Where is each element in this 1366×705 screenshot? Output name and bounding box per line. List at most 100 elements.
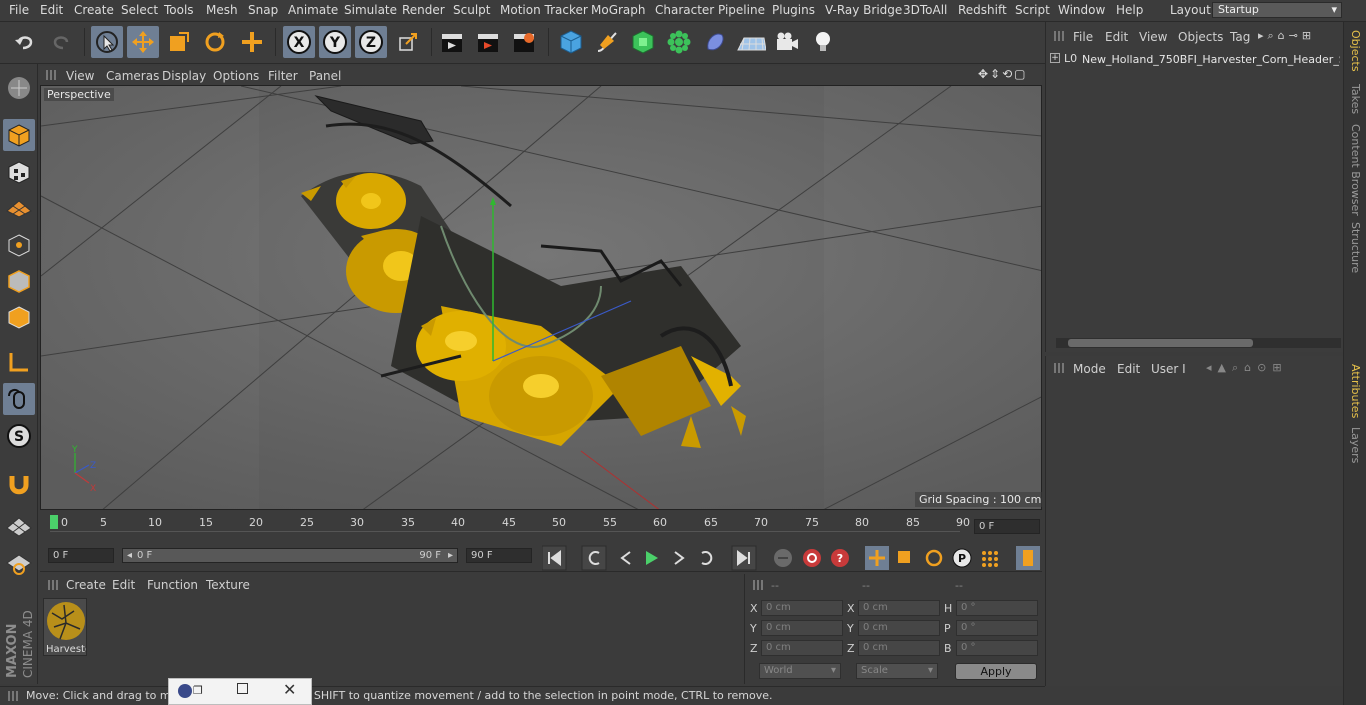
- scale-tool-button[interactable]: [163, 26, 195, 58]
- tweak-mode-button[interactable]: [3, 383, 35, 415]
- menu-pipeline[interactable]: Pipeline: [718, 3, 765, 17]
- menu-render[interactable]: Render: [402, 3, 445, 17]
- maximize-icon[interactable]: [237, 683, 248, 694]
- magnet-button[interactable]: [3, 467, 35, 499]
- viewport-menu-display[interactable]: Display: [162, 69, 206, 83]
- coordinate-system-button[interactable]: [392, 26, 424, 58]
- material-menu-texture[interactable]: Texture: [206, 578, 250, 592]
- redo-button[interactable]: [45, 26, 77, 58]
- attributes-menu-user[interactable]: User I: [1151, 362, 1186, 376]
- playhead-marker[interactable]: [50, 515, 58, 529]
- menu-sculpt[interactable]: Sculpt: [453, 3, 490, 17]
- tab-content-browser[interactable]: Content Browser: [1349, 124, 1362, 216]
- start-frame-field[interactable]: 0 F: [48, 548, 114, 563]
- model-mode-button[interactable]: [3, 119, 35, 151]
- scrollbar-thumb[interactable]: [1068, 339, 1253, 347]
- position-y-field[interactable]: 0 cm: [761, 620, 843, 636]
- menu-script[interactable]: Script: [1015, 3, 1050, 17]
- expand-icon[interactable]: +: [1050, 53, 1060, 63]
- render-picture-viewer-button[interactable]: [472, 26, 504, 58]
- mograph-cloner-button[interactable]: [663, 26, 695, 58]
- objects-menu-view[interactable]: View: [1139, 30, 1167, 44]
- menu-tools[interactable]: Tools: [164, 3, 194, 17]
- viewport[interactable]: Y Z X: [40, 85, 1042, 510]
- viewport-menu-filter[interactable]: Filter: [268, 69, 298, 83]
- tab-structure[interactable]: Structure: [1349, 222, 1362, 273]
- menu-window[interactable]: Window: [1058, 3, 1105, 17]
- attributes-menu-mode[interactable]: Mode: [1073, 362, 1106, 376]
- objects-menu-tag[interactable]: Tag: [1230, 30, 1250, 44]
- subdivision-button[interactable]: [627, 26, 659, 58]
- render-settings-button[interactable]: [508, 26, 540, 58]
- deformer-button[interactable]: [699, 26, 731, 58]
- restore-icon[interactable]: ❐: [193, 684, 203, 697]
- position-x-field[interactable]: 0 cm: [761, 600, 843, 616]
- rotate-tool-button[interactable]: [199, 26, 231, 58]
- menu-motion-tracker[interactable]: Motion Tracker: [500, 3, 588, 17]
- workplane-lock-button[interactable]: [3, 511, 35, 543]
- tab-layers[interactable]: Layers: [1349, 427, 1362, 463]
- menu-mesh[interactable]: Mesh: [206, 3, 238, 17]
- rotation-b-field[interactable]: 0 °: [956, 640, 1038, 656]
- menu-mograph[interactable]: MoGraph: [591, 3, 646, 17]
- material-menu-create[interactable]: Create: [66, 578, 106, 592]
- objects-menu-objects[interactable]: Objects: [1178, 30, 1223, 44]
- camera-button[interactable]: [771, 26, 803, 58]
- tab-takes[interactable]: Takes: [1349, 84, 1362, 114]
- size-y-field[interactable]: 0 cm: [858, 620, 940, 636]
- keyframe-selection-button[interactable]: ?: [831, 549, 849, 567]
- cube-object-button[interactable]: [555, 26, 587, 58]
- objects-toolbar-icons[interactable]: ▸⌕⌂⊸⊞: [1258, 29, 1315, 43]
- make-editable-button[interactable]: [3, 72, 35, 104]
- position-z-field[interactable]: 0 cm: [761, 640, 843, 656]
- key-pla-button[interactable]: [982, 551, 998, 567]
- frame-range-slider[interactable]: ◂ 0 F 90 F ▸: [122, 548, 458, 563]
- next-frame-button[interactable]: [674, 551, 685, 565]
- close-icon[interactable]: ✕: [283, 680, 296, 699]
- layout-select[interactable]: Startup ▾: [1212, 2, 1342, 18]
- menu-snap[interactable]: Snap: [248, 3, 278, 17]
- next-key-button[interactable]: [701, 551, 713, 565]
- material-menu-function[interactable]: Function: [147, 578, 198, 592]
- x-axis-button[interactable]: X: [283, 26, 315, 58]
- autokey-button[interactable]: [803, 549, 821, 567]
- menu-redshift[interactable]: Redshift: [958, 3, 1007, 17]
- menu-create[interactable]: Create: [74, 3, 114, 17]
- record-keys-button[interactable]: [774, 549, 792, 567]
- menu-animate[interactable]: Animate: [288, 3, 338, 17]
- world-select[interactable]: World ▾: [759, 663, 841, 679]
- key-parameter-button[interactable]: P: [952, 548, 972, 568]
- snap-button[interactable]: S: [3, 420, 35, 452]
- menu-plugins[interactable]: Plugins: [772, 3, 815, 17]
- menu-file[interactable]: File: [9, 3, 29, 17]
- render-view-button[interactable]: [436, 26, 468, 58]
- go-to-end-button[interactable]: [731, 545, 757, 571]
- current-frame-field[interactable]: 0 F: [974, 519, 1040, 534]
- rotation-p-field[interactable]: 0 °: [956, 620, 1038, 636]
- undo-button[interactable]: [9, 26, 41, 58]
- horizontal-scrollbar[interactable]: [1056, 338, 1341, 348]
- rotation-h-field[interactable]: 0 °: [956, 600, 1038, 616]
- polygons-mode-button[interactable]: [3, 301, 35, 333]
- objects-menu-edit[interactable]: Edit: [1105, 30, 1128, 44]
- texture-mode-button[interactable]: [3, 156, 35, 188]
- scale-select[interactable]: Scale ▾: [856, 663, 938, 679]
- attributes-menu-edit[interactable]: Edit: [1117, 362, 1140, 376]
- key-rotation-button[interactable]: [925, 549, 943, 567]
- light-button[interactable]: [807, 26, 839, 58]
- workplane-align-button[interactable]: [3, 548, 35, 580]
- viewport-menu-panel[interactable]: Panel: [309, 69, 341, 83]
- menu-vray-bridge[interactable]: V-Ray Bridge: [825, 3, 902, 17]
- previous-key-button[interactable]: [581, 545, 607, 571]
- menu-3dtoall[interactable]: 3DToAll: [903, 3, 947, 17]
- viewport-nav-icons[interactable]: ✥⇕⟲▢: [978, 67, 1028, 81]
- go-to-start-button[interactable]: [542, 545, 567, 571]
- z-axis-button[interactable]: Z: [355, 26, 387, 58]
- pen-spline-button[interactable]: [591, 26, 623, 58]
- previous-frame-button[interactable]: [620, 551, 631, 565]
- menu-select[interactable]: Select: [121, 3, 158, 17]
- apply-button[interactable]: Apply: [955, 663, 1037, 680]
- move-tool-button[interactable]: [127, 26, 159, 58]
- live-selection-button[interactable]: [91, 26, 123, 58]
- objects-menu-file[interactable]: File: [1073, 30, 1093, 44]
